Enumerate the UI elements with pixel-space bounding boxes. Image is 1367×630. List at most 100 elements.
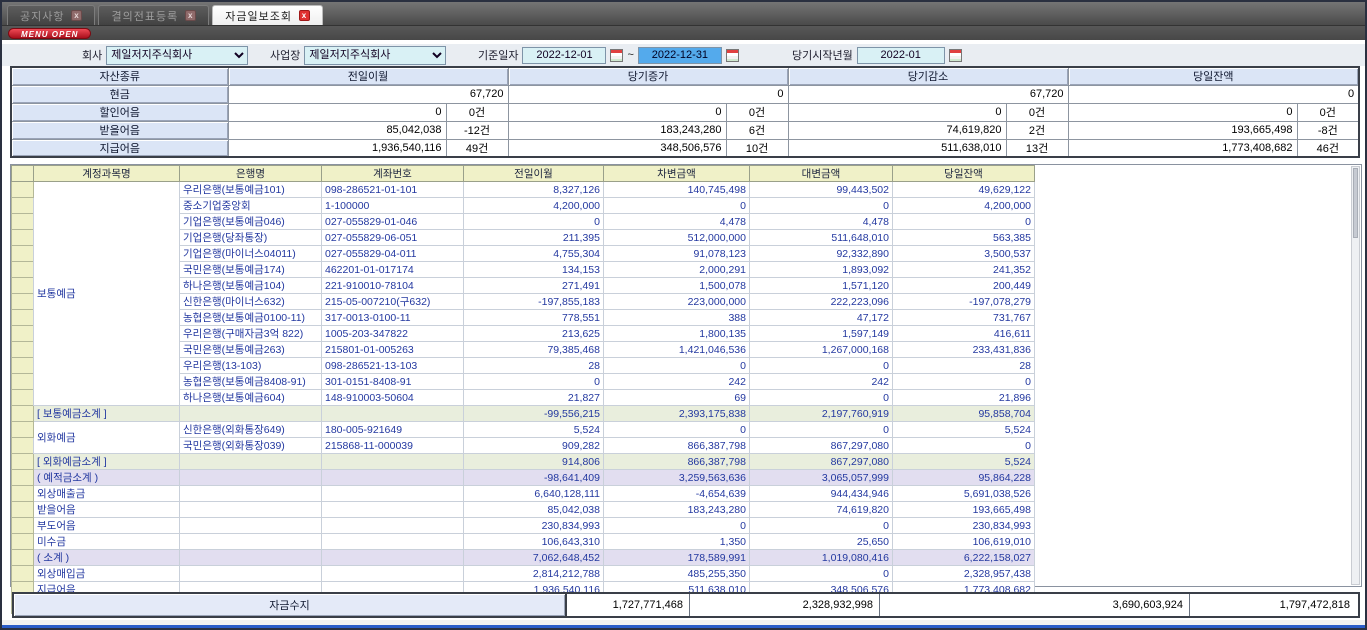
bank-name-cell[interactable] — [180, 550, 322, 566]
carry-forward-cell[interactable]: 914,806 — [464, 454, 604, 470]
carry-forward-cell[interactable]: 211,395 — [464, 230, 604, 246]
bank-name-cell[interactable] — [180, 566, 322, 582]
debit-amount-cell[interactable]: 3,259,563,636 — [604, 470, 750, 486]
credit-amount-cell[interactable]: 0 — [750, 358, 893, 374]
row-selector[interactable] — [12, 502, 34, 518]
bank-name-cell[interactable]: 우리은행(구매자금3억 822) — [180, 326, 322, 342]
account-name-cell[interactable]: ( 소계 ) — [34, 550, 180, 566]
credit-amount-cell[interactable]: 1,597,149 — [750, 326, 893, 342]
daily-balance-cell[interactable]: 563,385 — [893, 230, 1035, 246]
debit-amount-cell[interactable]: 2,393,175,838 — [604, 406, 750, 422]
daily-balance-cell[interactable]: 731,767 — [893, 310, 1035, 326]
credit-amount-cell[interactable]: 4,478 — [750, 214, 893, 230]
carry-forward-cell[interactable]: 8,327,126 — [464, 182, 604, 198]
row-selector[interactable] — [12, 486, 34, 502]
account-number-cell[interactable]: 1005-203-347822 — [322, 326, 464, 342]
credit-amount-cell[interactable]: 222,223,096 — [750, 294, 893, 310]
credit-amount-cell[interactable]: 1,571,120 — [750, 278, 893, 294]
debit-amount-cell[interactable]: 512,000,000 — [604, 230, 750, 246]
account-number-cell[interactable]: 1-100000 — [322, 198, 464, 214]
daily-balance-cell[interactable]: 0 — [893, 374, 1035, 390]
row-selector[interactable] — [12, 182, 34, 198]
credit-amount-cell[interactable]: 74,619,820 — [750, 502, 893, 518]
site-select[interactable]: 제일저지주식회사 — [304, 46, 446, 65]
carry-forward-cell[interactable]: -98,641,409 — [464, 470, 604, 486]
bank-name-cell[interactable]: 기업은행(마이너스04011) — [180, 246, 322, 262]
debit-amount-cell[interactable]: 0 — [604, 518, 750, 534]
debit-amount-cell[interactable]: 0 — [604, 198, 750, 214]
row-selector[interactable] — [12, 358, 34, 374]
close-icon[interactable]: x — [71, 10, 82, 21]
close-icon[interactable]: x — [299, 10, 310, 21]
debit-amount-cell[interactable]: 0 — [604, 422, 750, 438]
carry-forward-cell[interactable]: 21,827 — [464, 390, 604, 406]
account-number-cell[interactable]: 027-055829-01-046 — [322, 214, 464, 230]
debit-amount-cell[interactable]: 223,000,000 — [604, 294, 750, 310]
credit-amount-cell[interactable]: 47,172 — [750, 310, 893, 326]
table-row[interactable]: 보통예금우리은행(보통예금101)098-286521-01-1018,327,… — [12, 182, 1035, 198]
credit-amount-cell[interactable]: 1,267,000,168 — [750, 342, 893, 358]
row-selector[interactable] — [12, 326, 34, 342]
date-to-input[interactable] — [638, 47, 722, 64]
bank-name-cell[interactable] — [180, 454, 322, 470]
debit-amount-cell[interactable]: 91,078,123 — [604, 246, 750, 262]
bank-name-cell[interactable]: 국민은행(보통예금174) — [180, 262, 322, 278]
row-selector[interactable] — [12, 310, 34, 326]
daily-balance-cell[interactable]: 416,611 — [893, 326, 1035, 342]
row-selector[interactable] — [12, 294, 34, 310]
account-number-cell[interactable] — [322, 518, 464, 534]
daily-balance-cell[interactable]: 21,896 — [893, 390, 1035, 406]
carry-forward-cell[interactable]: 134,153 — [464, 262, 604, 278]
account-name-cell[interactable]: 부도어음 — [34, 518, 180, 534]
row-selector[interactable] — [12, 438, 34, 454]
bank-name-cell[interactable]: 농협은행(보통예금8408-91) — [180, 374, 322, 390]
vertical-scrollbar[interactable] — [1351, 166, 1360, 585]
carry-forward-cell[interactable]: 6,640,128,111 — [464, 486, 604, 502]
debit-amount-cell[interactable]: 866,387,798 — [604, 454, 750, 470]
daily-balance-cell[interactable]: 28 — [893, 358, 1035, 374]
credit-amount-cell[interactable]: 2,197,760,919 — [750, 406, 893, 422]
carry-forward-cell[interactable]: -197,855,183 — [464, 294, 604, 310]
table-row[interactable]: 외상매입금2,814,212,788485,255,35002,328,957,… — [12, 566, 1035, 582]
account-group-cell[interactable]: 외화예금 — [34, 422, 180, 454]
row-selector[interactable] — [12, 390, 34, 406]
daily-balance-cell[interactable]: 5,691,038,526 — [893, 486, 1035, 502]
row-selector[interactable] — [12, 422, 34, 438]
row-selector[interactable] — [12, 406, 34, 422]
carry-forward-cell[interactable]: 106,643,310 — [464, 534, 604, 550]
row-selector[interactable] — [12, 246, 34, 262]
bank-name-cell[interactable]: 하나은행(보통예금104) — [180, 278, 322, 294]
daily-balance-cell[interactable]: 49,629,122 — [893, 182, 1035, 198]
row-selector[interactable] — [12, 566, 34, 582]
debit-amount-cell[interactable]: 1,800,135 — [604, 326, 750, 342]
row-selector[interactable] — [12, 518, 34, 534]
carry-forward-cell[interactable]: 213,625 — [464, 326, 604, 342]
carry-forward-cell[interactable]: 271,491 — [464, 278, 604, 294]
bank-name-cell[interactable]: 농협은행(보통예금0100-11) — [180, 310, 322, 326]
row-selector[interactable] — [12, 374, 34, 390]
carry-forward-cell[interactable]: 85,042,038 — [464, 502, 604, 518]
credit-amount-cell[interactable]: 867,297,080 — [750, 438, 893, 454]
credit-amount-cell[interactable]: 3,065,057,999 — [750, 470, 893, 486]
account-number-cell[interactable]: 027-055829-04-011 — [322, 246, 464, 262]
daily-balance-cell[interactable]: 5,524 — [893, 422, 1035, 438]
calendar-icon[interactable] — [726, 49, 739, 62]
account-number-cell[interactable] — [322, 550, 464, 566]
debit-amount-cell[interactable]: 866,387,798 — [604, 438, 750, 454]
daily-balance-cell[interactable]: 2,328,957,438 — [893, 566, 1035, 582]
daily-balance-cell[interactable]: 3,500,537 — [893, 246, 1035, 262]
account-number-cell[interactable] — [322, 566, 464, 582]
date-from-input[interactable] — [522, 47, 606, 64]
credit-amount-cell[interactable]: 0 — [750, 422, 893, 438]
credit-amount-cell[interactable]: 0 — [750, 390, 893, 406]
daily-balance-cell[interactable]: 230,834,993 — [893, 518, 1035, 534]
carry-forward-cell[interactable]: 0 — [464, 214, 604, 230]
debit-amount-cell[interactable]: 69 — [604, 390, 750, 406]
credit-amount-cell[interactable]: 944,434,946 — [750, 486, 893, 502]
account-name-cell[interactable]: 받을어음 — [34, 502, 180, 518]
account-number-cell[interactable] — [322, 486, 464, 502]
carry-forward-cell[interactable]: 7,062,648,452 — [464, 550, 604, 566]
daily-balance-cell[interactable]: 193,665,498 — [893, 502, 1035, 518]
bank-name-cell[interactable]: 국민은행(외화통장039) — [180, 438, 322, 454]
tab-voucher-entry[interactable]: 결의전표등록 x — [98, 5, 209, 25]
